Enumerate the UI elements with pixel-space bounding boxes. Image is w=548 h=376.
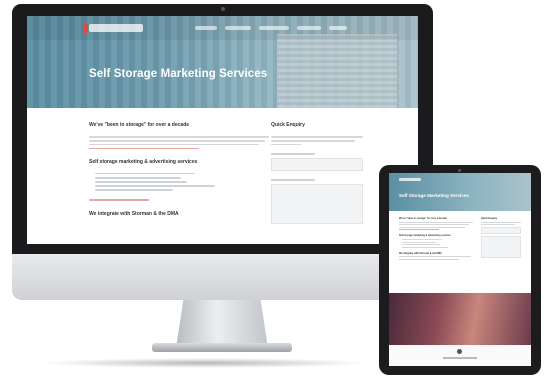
text-line <box>271 136 363 138</box>
text-line <box>399 258 459 260</box>
text-line <box>89 139 265 142</box>
text-line <box>89 136 269 138</box>
tablet-screen: Self Storage Marketing Services We've "b… <box>389 173 531 366</box>
text-line <box>399 226 465 228</box>
tablet-sidebar: Quick Enquiry <box>481 217 521 259</box>
list-item <box>95 172 195 175</box>
field-label <box>271 178 315 181</box>
imac-screen: Self Storage Marketing Services We've "b… <box>27 16 418 244</box>
section-heading: We've "been in storage" for over a decad… <box>399 217 447 220</box>
list-item <box>95 185 215 187</box>
text-line <box>481 221 521 223</box>
text-line <box>481 224 515 226</box>
tablet-hero-banner: Self Storage Marketing Services <box>389 173 531 211</box>
footer-logo-icon <box>457 349 462 354</box>
tablet-page-title: Self Storage Marketing Services <box>399 193 469 198</box>
main-content: We've "been in storage" for over a decad… <box>89 122 269 217</box>
field-label <box>271 153 315 155</box>
text-line <box>271 139 355 142</box>
imac-stand <box>176 300 268 348</box>
footer-text <box>443 357 477 359</box>
page-title: Self Storage Marketing Services <box>89 68 268 80</box>
nav-link[interactable] <box>225 26 251 30</box>
section-heading: We integrate with Storman & the DMA <box>399 251 442 255</box>
list-item <box>402 244 440 246</box>
site-logo[interactable] <box>89 24 143 32</box>
text-line <box>399 221 473 223</box>
message-field[interactable] <box>481 236 521 259</box>
text-line <box>271 143 301 146</box>
top-navigation <box>27 16 418 40</box>
sidebar-heading: Quick Enquiry <box>481 217 498 220</box>
message-field[interactable] <box>271 183 363 224</box>
imac-foot <box>152 343 292 352</box>
logo-icon[interactable] <box>83 23 88 33</box>
name-field[interactable] <box>271 157 363 171</box>
section-heading: Self storage marketing & advertising ser… <box>399 234 451 238</box>
imac-shadow <box>40 358 370 368</box>
storage-door-image <box>277 34 397 108</box>
text-line <box>399 256 471 258</box>
text-line <box>399 224 469 226</box>
camera-icon <box>221 7 225 11</box>
hero-banner: Self Storage Marketing Services <box>27 16 418 108</box>
name-field[interactable] <box>481 227 521 235</box>
nav-link[interactable] <box>195 26 217 30</box>
list-item <box>95 181 187 183</box>
camera-icon <box>458 169 461 172</box>
imac-chin <box>12 254 433 300</box>
nav-link[interactable] <box>259 26 289 30</box>
nav-link[interactable] <box>297 26 321 30</box>
list-item <box>402 238 442 240</box>
site-logo[interactable] <box>399 178 421 181</box>
list-item <box>402 241 436 243</box>
enquiry-sidebar: Quick Enquiry <box>271 122 363 224</box>
nav-link[interactable] <box>329 26 347 30</box>
list-item <box>95 176 181 179</box>
tablet-main-content: We've "been in storage" for over a decad… <box>399 217 473 260</box>
footer-image-band <box>389 293 531 345</box>
section-heading: We integrate with Storman & the DMA <box>89 210 179 217</box>
text-line <box>89 143 259 146</box>
tablet-footer <box>389 345 531 366</box>
